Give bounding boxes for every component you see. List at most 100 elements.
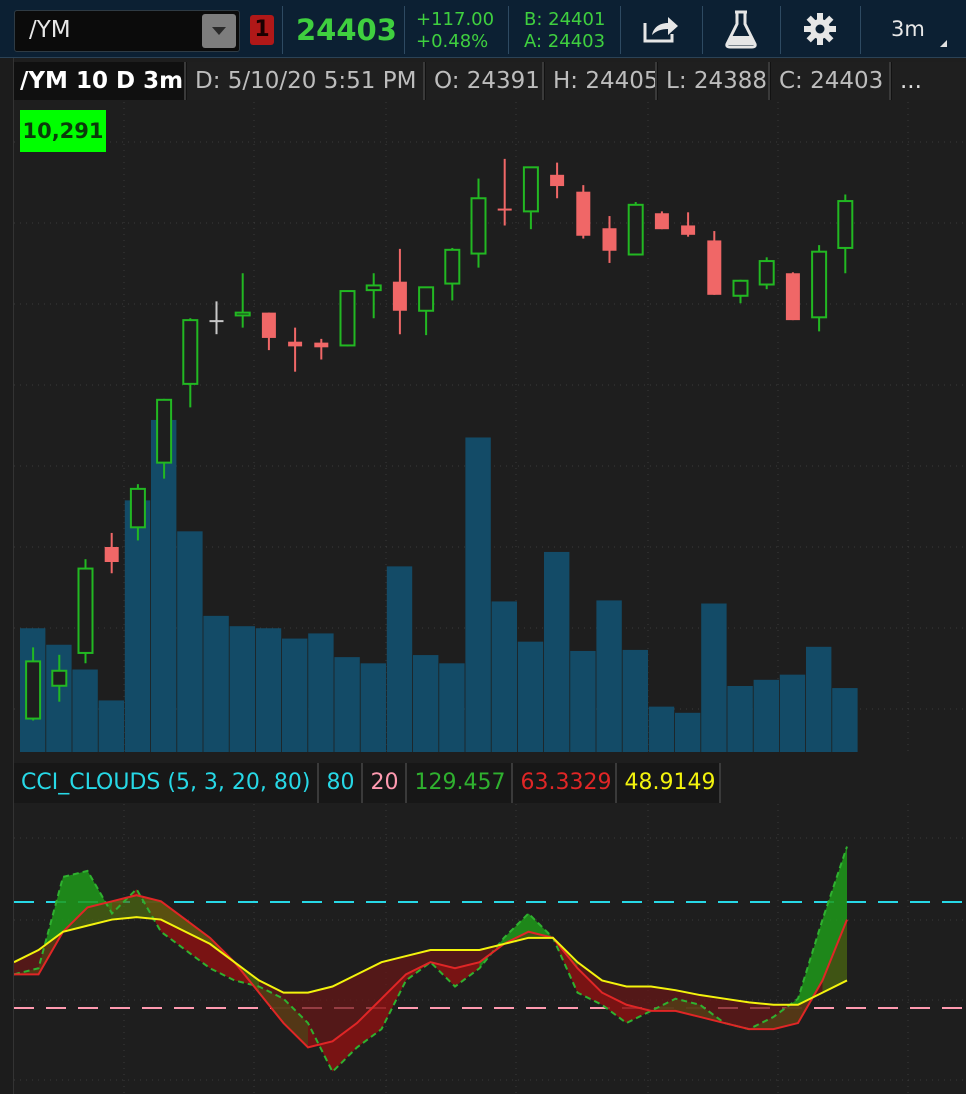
- candle-body: [732, 279, 749, 297]
- study-value-1: 129.457: [407, 763, 514, 803]
- candle-body: [576, 191, 591, 236]
- volume-bar: [806, 646, 832, 752]
- corner-caret-icon: [940, 40, 947, 47]
- volume-bar: [832, 688, 858, 752]
- candle-body: [602, 228, 617, 251]
- price-chart[interactable]: [14, 102, 966, 752]
- candle-body: [156, 398, 173, 464]
- chevron-down-icon[interactable]: [202, 14, 236, 48]
- volume-bar: [675, 712, 701, 752]
- study-upper-level: 80: [319, 763, 364, 803]
- cci-clouds-chart[interactable]: [14, 760, 966, 1094]
- volume-bar: [517, 641, 544, 752]
- candle-body: [654, 213, 669, 230]
- open-value: O: 24391: [426, 62, 544, 100]
- volume-bar: [648, 706, 675, 752]
- settings-button[interactable]: [781, 0, 859, 58]
- candle-body: [785, 273, 800, 321]
- candle-body: [104, 547, 119, 562]
- candle-body: [837, 200, 854, 249]
- symbol-selector[interactable]: /YM: [14, 10, 240, 52]
- timeframe-label[interactable]: 3m: [891, 17, 925, 41]
- candle-body: [758, 260, 775, 286]
- high-value: H: 24405: [545, 62, 657, 100]
- candle-body: [522, 166, 539, 213]
- volume-bar: [72, 669, 98, 752]
- study-header: CCI_CLOUDS (5, 3, 20, 80) 80 20 129.457 …: [14, 763, 722, 803]
- volume-bar: [229, 626, 255, 752]
- volume-bar: [98, 700, 124, 752]
- volume-bar: [255, 628, 282, 752]
- divider: [282, 6, 283, 54]
- candle-body: [25, 660, 42, 720]
- candle-body: [470, 197, 487, 255]
- bar-date: D: 5/10/20 5:51 PM: [187, 62, 425, 100]
- low-value: L: 24388: [658, 62, 770, 100]
- study-lower-level: 20: [363, 763, 408, 803]
- candle-body: [288, 341, 303, 347]
- symbol-text[interactable]: /YM: [29, 17, 71, 43]
- volume-bar: [701, 603, 727, 752]
- volume-bar: [413, 655, 439, 752]
- price-badge: 10,291: [20, 110, 106, 152]
- candle-body: [129, 487, 146, 529]
- candle-body: [261, 312, 276, 338]
- candle-body: [550, 174, 565, 187]
- study-value-3: 48.9149: [617, 763, 722, 803]
- change-percent: +0.48%: [416, 31, 489, 52]
- volume-bar: [779, 674, 806, 752]
- last-price: 24403: [296, 13, 397, 47]
- volume-bar: [439, 663, 465, 752]
- candle-body: [314, 342, 329, 348]
- candle-body: [681, 225, 696, 235]
- volume-bar: [544, 551, 570, 752]
- volume-bar: [622, 649, 648, 752]
- divider: [860, 6, 861, 54]
- candle-body: [365, 284, 382, 292]
- chart-info-strip: /YM 10 D 3m D: 5/10/20 5:51 PM O: 24391 …: [14, 62, 966, 100]
- volume-bar: [360, 663, 386, 752]
- more-button[interactable]: ...: [892, 62, 966, 100]
- left-edge-panel: [0, 58, 14, 1094]
- candle-body: [418, 286, 435, 312]
- study-value-2: 63.3329: [513, 763, 618, 803]
- candle-body: [51, 669, 68, 687]
- volume-bar: [753, 679, 779, 752]
- gear-icon: [804, 13, 836, 45]
- cloud-signal: [749, 1002, 774, 1030]
- quote-toolbar: /YM 1 24403 +117.00 +0.48% B: 24401 A: 2…: [0, 0, 966, 58]
- volume-bar: [386, 566, 413, 752]
- volume-bar: [282, 638, 308, 752]
- candle-body: [209, 320, 224, 323]
- share-button[interactable]: [621, 0, 701, 58]
- study-name[interactable]: CCI_CLOUDS (5, 3, 20, 80): [14, 763, 320, 803]
- volume-bar: [727, 686, 753, 752]
- candle-body: [497, 208, 512, 211]
- cloud-signal: [308, 986, 333, 1048]
- candle-body: [392, 281, 407, 311]
- candle-body: [339, 290, 356, 347]
- candle-body: [444, 248, 461, 285]
- volume-bar: [491, 601, 517, 752]
- volume-bar: [203, 615, 229, 752]
- analysis-button[interactable]: [703, 0, 779, 58]
- candle-body: [234, 311, 251, 317]
- candle-body: [77, 567, 94, 654]
- volume-bar: [177, 531, 203, 752]
- volume-bar: [596, 600, 622, 752]
- share-icon: [643, 17, 678, 43]
- net-change: +117.00 +0.48%: [416, 9, 494, 53]
- change-absolute: +117.00: [416, 9, 495, 30]
- candle-body: [182, 319, 199, 385]
- volume-bar: [570, 650, 596, 752]
- candle-body: [811, 250, 828, 319]
- link-group-badge[interactable]: 1: [250, 15, 274, 45]
- chart-title[interactable]: /YM 10 D 3m: [14, 62, 186, 100]
- close-value: C: 24403: [771, 62, 891, 100]
- ask-price: A: 24403: [524, 31, 606, 52]
- candle-body: [627, 203, 644, 256]
- volume-bar: [334, 657, 360, 752]
- divider: [508, 6, 509, 54]
- candle-body: [707, 240, 722, 295]
- volume-bar: [465, 437, 491, 752]
